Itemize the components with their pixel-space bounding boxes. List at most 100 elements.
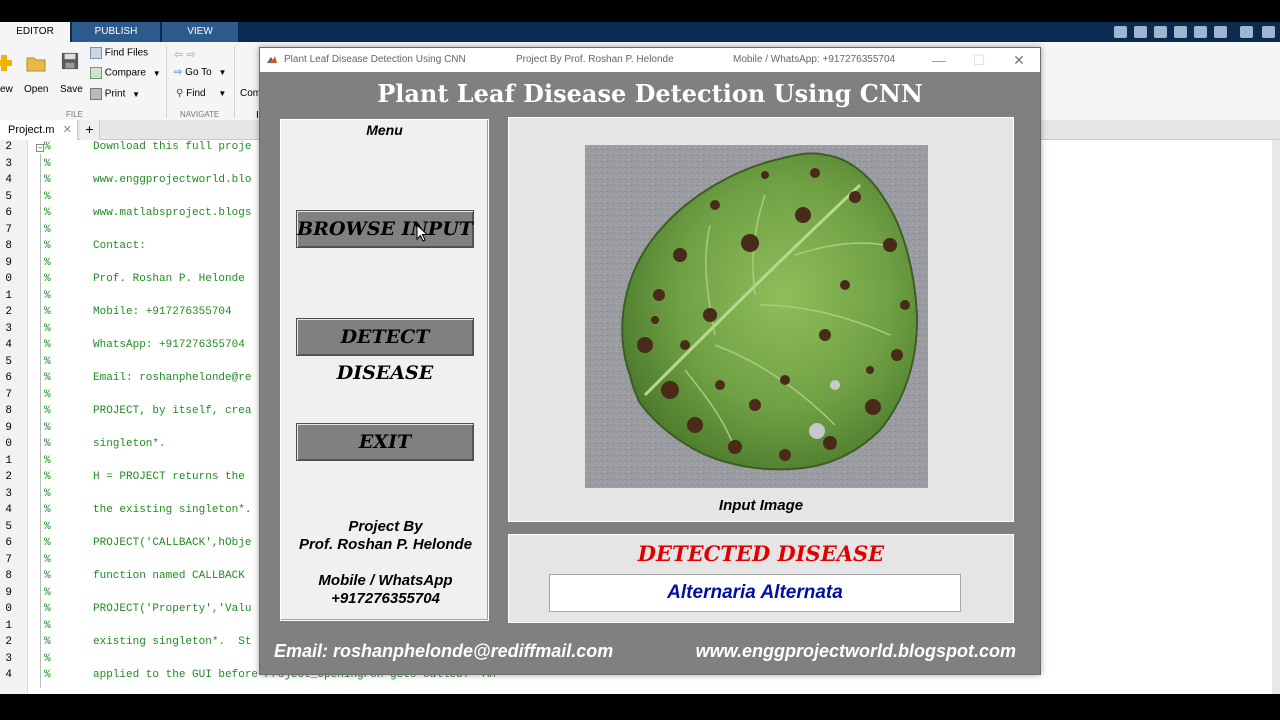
new-button[interactable]: ew: [0, 46, 22, 106]
print-button[interactable]: Print ▼: [90, 88, 170, 104]
back-forward-buttons[interactable]: ⇦ ⇨: [174, 48, 214, 62]
line-number: 7: [5, 224, 12, 236]
new-tab-button[interactable]: +: [80, 120, 100, 140]
comment-marker: %: [44, 174, 51, 186]
quick-access-redo-icon[interactable]: [1214, 26, 1227, 38]
new-label: ew: [0, 84, 13, 95]
comment-marker: %: [44, 290, 51, 302]
fold-toggle-icon[interactable]: −: [36, 144, 44, 152]
comment-marker: %: [44, 405, 51, 417]
input-image-panel: Input Image: [508, 117, 1014, 522]
line-number: 0: [5, 273, 12, 285]
comment-marker: %: [44, 504, 51, 516]
comment-marker: %: [44, 273, 51, 285]
code-line-text: PROJECT, by itself, crea: [93, 405, 252, 417]
code-line-text: existing singleton*. St: [93, 636, 252, 648]
back-arrow-icon[interactable]: ⇦ ⇨: [174, 49, 196, 61]
exit-button[interactable]: EXIT: [296, 423, 474, 461]
open-label: Open: [24, 84, 49, 95]
line-number: 1: [5, 290, 12, 302]
code-line-text: PROJECT('CALLBACK',hObje: [93, 537, 252, 549]
code-line-text: Prof. Roshan P. Helonde: [93, 273, 245, 285]
code-line-text: Contact:: [93, 240, 146, 252]
line-number: 6: [5, 207, 12, 219]
window-contact: Mobile / WhatsApp: +917276355704: [733, 54, 896, 65]
quick-access-copy-icon[interactable]: [1154, 26, 1167, 38]
line-number: 8: [5, 570, 12, 582]
tab-editor[interactable]: EDITOR: [0, 22, 70, 42]
maximize-icon[interactable]: ☐: [962, 48, 996, 72]
chevron-down-icon: ▼: [132, 89, 141, 99]
line-number: 9: [5, 422, 12, 434]
tab-view[interactable]: VIEW: [162, 22, 238, 42]
compare-button[interactable]: Compare ▼: [90, 67, 170, 83]
line-number: 4: [5, 504, 12, 516]
line-number: 6: [5, 372, 12, 384]
ribbon-divider: [166, 46, 167, 118]
tab-publish[interactable]: PUBLISH: [72, 22, 160, 42]
section-label-navigate: NAVIGATE: [180, 110, 220, 119]
credit-author: Prof. Roshan P. Helonde: [298, 536, 473, 553]
line-number: 0: [5, 603, 12, 615]
find-files-button[interactable]: Find Files: [90, 47, 170, 63]
editor-scrollbar[interactable]: [1272, 140, 1280, 694]
quick-access-undo-icon[interactable]: [1194, 26, 1207, 38]
window-title-bar[interactable]: Plant Leaf Disease Detection Using CNN P…: [260, 48, 1040, 72]
code-line-text: www.matlabsproject.blogs: [93, 207, 252, 219]
find-files-icon: [90, 47, 102, 59]
line-number: 2: [5, 636, 12, 648]
compare-label: Compare: [104, 67, 146, 79]
open-button[interactable]: Open: [24, 46, 50, 106]
comment-marker: %: [44, 207, 51, 219]
comment-marker: %: [44, 620, 51, 632]
line-number: 4: [5, 669, 12, 681]
folder-icon: [26, 57, 46, 72]
comment-marker: %: [44, 587, 51, 599]
code-line-text: Mobile: +917276355704: [93, 306, 232, 318]
search-icon: ⚲: [176, 88, 184, 99]
menu-title: Menu: [366, 122, 403, 138]
code-line-text: Download this full proje: [93, 141, 252, 153]
save-button[interactable]: Save: [58, 46, 84, 106]
detect-disease-button[interactable]: DETECT DISEASE: [296, 318, 474, 384]
comment-marker: %: [44, 438, 51, 450]
quick-access-save-icon[interactable]: [1114, 26, 1127, 38]
chevron-down-icon: ▼: [218, 68, 227, 77]
browse-input-button[interactable]: BROWSE INPUT: [296, 210, 474, 248]
line-number: 5: [5, 191, 12, 203]
file-tab-project[interactable]: Project.m ✕: [0, 120, 78, 140]
comment-marker: %: [44, 636, 51, 648]
save-label: Save: [60, 84, 83, 95]
goto-button[interactable]: ⇨ Go To ▼: [174, 67, 234, 83]
leaf-image: [585, 145, 928, 488]
comment-marker: %: [44, 471, 51, 483]
comment-marker: %: [44, 257, 51, 269]
chevron-down-icon: ▼: [218, 89, 227, 98]
quick-access-help-icon[interactable]: [1240, 26, 1253, 38]
close-icon[interactable]: ✕: [1002, 48, 1036, 72]
comment-marker: %: [44, 422, 51, 434]
comment-marker: %: [44, 521, 51, 533]
code-line-text: the existing singleton*.: [93, 504, 252, 516]
figure-window: Plant Leaf Disease Detection Using CNN P…: [259, 47, 1041, 675]
menu-panel: Menu BROWSE INPUT DETECT DISEASE EXIT Pr…: [280, 119, 489, 621]
code-line-text: singleton*.: [93, 438, 166, 450]
quick-access-search-icon[interactable]: [1262, 26, 1275, 38]
minimize-icon[interactable]: —: [922, 48, 956, 72]
quick-access-cut-icon[interactable]: [1134, 26, 1147, 38]
window-title: Plant Leaf Disease Detection Using CNN: [284, 54, 466, 65]
close-tab-icon[interactable]: ✕: [63, 120, 72, 140]
mouse-cursor-icon: [416, 224, 428, 242]
find-button[interactable]: ⚲ Find ▼: [176, 88, 236, 104]
comment-marker: %: [44, 141, 51, 153]
floppy-disk-icon: [61, 52, 79, 70]
new-icon: [0, 55, 12, 71]
comment-marker: %: [44, 356, 51, 368]
goto-icon: ⇨: [174, 67, 183, 78]
credit-mobile-label: Mobile / WhatsApp: [318, 572, 453, 589]
result-panel: DETECTED DISEASE Alternaria Alternata: [508, 534, 1014, 623]
printer-icon: [90, 88, 102, 100]
quick-access-paste-icon[interactable]: [1174, 26, 1187, 38]
comment-marker: %: [44, 537, 51, 549]
detected-disease-value: Alternaria Alternata: [549, 574, 961, 612]
